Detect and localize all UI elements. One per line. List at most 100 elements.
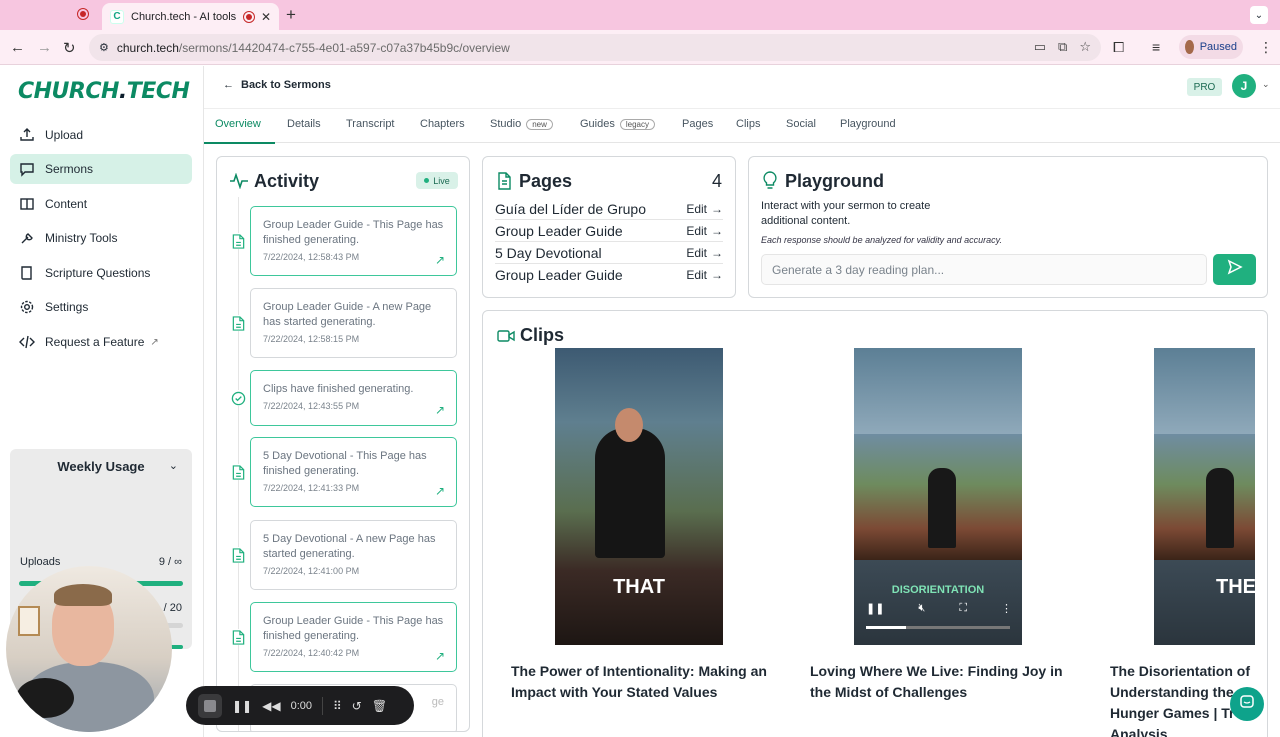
- bookmark-star-icon[interactable]: ☆: [1079, 39, 1091, 55]
- page-name[interactable]: Group Leader Guide: [495, 267, 623, 283]
- profile-chip[interactable]: Paused: [1179, 35, 1243, 59]
- sidebar-item-upload[interactable]: Upload: [10, 120, 192, 150]
- tab-transcript[interactable]: Transcript: [346, 118, 395, 130]
- document-icon: [496, 172, 512, 195]
- sidebar-item-label: Upload: [45, 128, 84, 142]
- sidebar-item-settings[interactable]: Settings: [10, 292, 192, 322]
- activity-item[interactable]: Group Leader Guide - This Page has finis…: [250, 602, 457, 672]
- pause-icon[interactable]: ❚❚: [866, 602, 884, 615]
- fullscreen-icon[interactable]: ⛶: [959, 602, 967, 615]
- activity-item: 5 Day Devotional - A new Page has starte…: [250, 520, 457, 590]
- sidebar-item-label: Scripture Questions: [45, 266, 151, 280]
- back-arrow-icon[interactable]: ←: [10, 39, 25, 56]
- browser-menu-icon[interactable]: ⋮: [1259, 39, 1273, 56]
- chevron-down-icon[interactable]: ⌄: [1262, 79, 1270, 90]
- speaker-figure: [928, 468, 956, 548]
- send-button[interactable]: [1213, 254, 1256, 285]
- browser-toolbar: ← → ↻ ⚙ church.tech/sermons/14420474-c75…: [0, 30, 1280, 65]
- sidebar-item-scripture-questions[interactable]: Scripture Questions: [10, 258, 192, 288]
- clip-caption: DISORIENTATION: [891, 584, 985, 596]
- edit-page-link[interactable]: Edit →: [686, 224, 723, 238]
- open-arrow-icon[interactable]: ↗: [435, 253, 445, 267]
- tab-overview[interactable]: Overview: [215, 118, 261, 130]
- sidebar-item-request-feature[interactable]: Request a Feature ↗: [10, 327, 192, 357]
- clip-title-2[interactable]: Loving Where We Live: Finding Joy in the…: [810, 661, 1070, 703]
- tab-studio[interactable]: Studio new: [490, 118, 553, 130]
- edit-page-link[interactable]: Edit →: [686, 268, 723, 282]
- tab-pages[interactable]: Pages: [682, 118, 713, 130]
- send-icon: [1227, 259, 1243, 280]
- support-chat-button[interactable]: [1230, 687, 1264, 721]
- rewind-icon[interactable]: ◀◀: [262, 699, 280, 713]
- tab-details[interactable]: Details: [287, 118, 321, 130]
- tab-guides[interactable]: Guides legacy: [580, 118, 655, 130]
- edit-label: Edit: [686, 223, 707, 238]
- video-progress-bar[interactable]: [866, 626, 1010, 629]
- content-icon: [18, 195, 36, 213]
- browser-tab[interactable]: C Church.tech - AI tools tha ✕: [102, 3, 279, 30]
- page-row: 5 Day Devotional Edit →: [495, 242, 723, 264]
- open-arrow-icon[interactable]: ↗: [435, 403, 445, 417]
- tab-social[interactable]: Social: [786, 118, 816, 130]
- pause-icon[interactable]: ❚❚: [232, 699, 252, 713]
- edit-page-link[interactable]: Edit →: [686, 202, 723, 216]
- site-settings-icon[interactable]: ⚙: [99, 41, 109, 54]
- user-avatar[interactable]: J: [1232, 74, 1256, 98]
- open-arrow-icon[interactable]: ↗: [435, 484, 445, 498]
- arrow-right-icon: →: [711, 245, 723, 260]
- edit-label: Edit: [686, 245, 707, 260]
- reload-icon[interactable]: ↻: [63, 39, 76, 57]
- playground-title: Playground: [785, 171, 885, 191]
- trash-icon[interactable]: 🗑︎: [372, 699, 387, 713]
- activity-item[interactable]: 5 Day Devotional - This Page has finishe…: [250, 437, 457, 507]
- page-name[interactable]: Group Leader Guide: [495, 223, 623, 239]
- clips-card: Clips THAT The Power of Intentionality: …: [482, 310, 1268, 737]
- close-tab-icon[interactable]: ✕: [261, 10, 271, 24]
- sidebar-item-label: Settings: [45, 300, 89, 314]
- sermon-tabs: Overview Details Transcript Chapters Stu…: [204, 108, 1280, 144]
- video-progress-fill: [866, 626, 907, 629]
- microphone: [16, 678, 74, 718]
- document-icon: [230, 233, 246, 249]
- divider: [322, 696, 323, 715]
- church-tech-logo[interactable]: CHURCH.TECH: [18, 79, 190, 104]
- webcam-overlay[interactable]: [6, 566, 172, 732]
- sidebar-item-ministry-tools[interactable]: Ministry Tools: [10, 223, 192, 253]
- back-to-sermons-link[interactable]: ← Back to Sermons: [223, 79, 331, 91]
- drag-handle-icon[interactable]: ⠿: [333, 699, 342, 713]
- clip-video-2[interactable]: DISORIENTATION ❚❚ 🔇︎ ⛶ ⋮: [854, 348, 1022, 645]
- clip-video-1[interactable]: THAT: [555, 348, 723, 645]
- edit-page-link[interactable]: Edit →: [686, 246, 723, 260]
- extensions-icon[interactable]: ⧠: [1113, 39, 1124, 56]
- sidebar-item-content[interactable]: Content: [10, 189, 192, 219]
- camera-icon[interactable]: ▭: [1034, 39, 1046, 55]
- tab-chapters[interactable]: Chapters: [420, 118, 465, 130]
- new-tab-button[interactable]: +: [286, 5, 296, 25]
- live-dot-icon: [424, 178, 430, 183]
- open-arrow-icon[interactable]: ↗: [435, 649, 445, 663]
- activity-item[interactable]: Clips have finished generating. 7/22/2024…: [250, 370, 457, 426]
- tab-search-button[interactable]: ⌄: [1250, 6, 1268, 24]
- tab-clips[interactable]: Clips: [736, 118, 760, 130]
- speaker-head: [615, 408, 643, 442]
- clip-title-1[interactable]: The Power of Intentionality: Making an I…: [511, 661, 771, 703]
- activity-item[interactable]: Group Leader Guide - This Page has finis…: [250, 206, 457, 276]
- forward-arrow-icon[interactable]: →: [37, 39, 52, 56]
- more-options-icon[interactable]: ⋮: [1001, 602, 1012, 615]
- open-external-icon[interactable]: ⧉: [1058, 39, 1067, 55]
- page-row: Group Leader Guide Edit →: [495, 220, 723, 242]
- tab-playground[interactable]: Playground: [840, 118, 896, 130]
- mute-icon[interactable]: 🔇︎: [918, 602, 925, 615]
- sidebar-item-label: Content: [45, 197, 88, 211]
- page-name[interactable]: Guía del Líder de Grupo: [495, 201, 646, 217]
- chevron-down-icon[interactable]: ⌄: [169, 459, 178, 472]
- arrow-right-icon: →: [711, 201, 723, 216]
- page-name[interactable]: 5 Day Devotional: [495, 245, 602, 261]
- sidebar-item-sermons[interactable]: Sermons: [10, 154, 192, 184]
- stop-recording-button[interactable]: [198, 693, 222, 718]
- address-bar[interactable]: ⚙ church.tech/sermons/14420474-c755-4e01…: [89, 34, 1101, 61]
- clip-video-3[interactable]: THE: [1154, 348, 1255, 645]
- restart-icon[interactable]: ↺: [352, 699, 362, 713]
- media-controls-icon[interactable]: ≡: [1152, 39, 1160, 55]
- playground-prompt-input[interactable]: Generate a 3 day reading plan...: [761, 254, 1207, 285]
